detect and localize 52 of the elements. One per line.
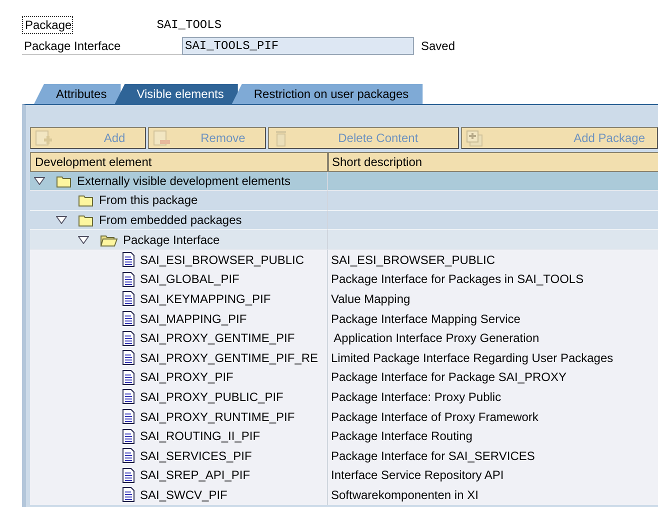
document-icon (122, 272, 135, 287)
status-text: Saved (421, 38, 456, 52)
field-label: Package (22, 16, 73, 34)
document-icon (122, 350, 135, 366)
tab[interactable]: Visible elements (114, 84, 238, 104)
column-header[interactable]: Development element (30, 152, 328, 172)
collapse-arrow-icon (78, 236, 89, 244)
document-icon (122, 448, 135, 464)
node-label: SAI_ROUTING_II_PIF (140, 429, 260, 444)
folder-icon (78, 213, 94, 228)
tree-node[interactable]: Externally visible development elements (30, 172, 328, 192)
document-icon (122, 291, 135, 306)
remove-icon (153, 130, 172, 146)
node-label: SAI_SWCV_PIF (140, 488, 228, 502)
node-label: Package Interface (123, 232, 220, 247)
document-icon (122, 252, 135, 268)
node-label: SAI_KEYMAPPING_PIF (140, 292, 271, 306)
node-label: From embedded packages (99, 213, 242, 228)
document-icon (122, 428, 135, 444)
node-label: SAI_PROXY_PUBLIC_PIF (140, 390, 284, 404)
column-header[interactable]: Short description (328, 152, 658, 172)
document-icon (122, 487, 135, 502)
document-icon (122, 389, 135, 404)
tab[interactable]: Restriction on user packages (232, 84, 423, 104)
add-icon (35, 130, 53, 146)
document-icon (122, 409, 135, 424)
document-icon (122, 311, 135, 326)
input-field[interactable]: SAI_TOOLS_PIF (182, 36, 414, 54)
collapse-arrow-icon (56, 216, 67, 224)
node-label: SAI_ESI_BROWSER_PUBLIC (140, 252, 304, 267)
tab[interactable]: Attributes (34, 84, 121, 104)
field-label: Package Interface (22, 36, 182, 54)
node-label: SAI_PROXY_PIF (140, 370, 234, 384)
document-icon (122, 370, 135, 385)
field-value: SAI_TOOLS (156, 16, 222, 34)
open-folder-icon (100, 232, 118, 247)
node-label: Externally visible development elements (77, 174, 290, 188)
node-label: From this package (99, 193, 198, 208)
collapse-arrow-icon (34, 176, 45, 185)
node-label: SAI_PROXY_GENTIME_PIF (140, 331, 295, 346)
node-label: SAI_PROXY_GENTIME_PIF_RE (140, 350, 318, 365)
node-label: SAI_MAPPING_PIF (140, 312, 247, 326)
tree-node[interactable]: From this package (30, 191, 328, 211)
node-label: SAI_SERVICES_PIF (140, 448, 252, 463)
document-icon (122, 468, 135, 483)
node-label: SAI_PROXY_RUNTIME_PIF (140, 410, 295, 424)
document-icon (122, 330, 135, 346)
node-label: SAI_GLOBAL_PIF (140, 272, 240, 286)
package-icon (466, 130, 484, 146)
tree-node[interactable]: Package Interface (30, 230, 328, 250)
tree-node[interactable]: From embedded packages (30, 210, 328, 230)
node-label: SAI_SREP_API_PIF (140, 468, 250, 482)
